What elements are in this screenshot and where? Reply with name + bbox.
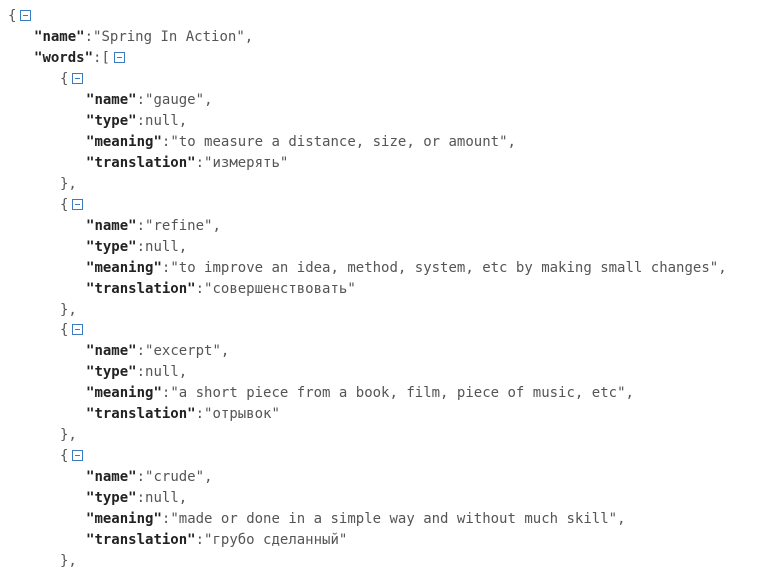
word-field-meaning: "meaning":"to improve an idea, method, s… <box>86 259 727 276</box>
json-key: "translation" <box>86 155 196 171</box>
collapse-icon[interactable] <box>20 10 32 21</box>
json-string-value: "refine" <box>145 217 213 234</box>
word-object-open: { <box>60 195 84 216</box>
word-field-translation: "translation":"совершенствовать" <box>86 280 356 297</box>
word-object-close: }, <box>60 176 77 192</box>
json-string-value: "to improve an idea, method, system, etc… <box>170 259 719 276</box>
json-string-value: "a short piece from a book, film, piece … <box>170 385 626 401</box>
word-field-type: "type":null, <box>86 364 188 380</box>
word-field-name: "name":"gauge", <box>86 92 213 108</box>
json-viewer: { "name":"Spring In Action", "words":[ {… <box>0 0 774 570</box>
json-null-value: null <box>145 489 179 506</box>
json-null-value: null <box>145 238 179 255</box>
json-key: "name" <box>86 217 137 234</box>
json-key: "name" <box>34 29 85 45</box>
root-object-open: { <box>8 6 32 27</box>
json-string-value: "Spring In Action" <box>93 29 245 45</box>
word-object-open: { <box>60 446 84 467</box>
json-key: "name" <box>86 468 137 485</box>
word-object-open: { <box>60 320 84 341</box>
json-string-value: "excerpt" <box>145 343 221 359</box>
collapse-icon[interactable] <box>72 449 84 461</box>
word-object-close: }, <box>60 427 77 443</box>
word-field-translation: "translation":"грубо сделанный" <box>86 531 348 548</box>
collapse-icon[interactable] <box>72 73 84 84</box>
json-key: "meaning" <box>86 134 162 150</box>
word-field-name: "name":"crude", <box>86 468 213 485</box>
json-string-value: "made or done in a simple way and withou… <box>170 510 618 527</box>
json-key: "meaning" <box>86 259 162 276</box>
word-field-meaning: "meaning":"made or done in a simple way … <box>86 510 626 527</box>
json-key: "translation" <box>86 406 196 422</box>
json-key: "translation" <box>86 280 196 297</box>
json-key: "type" <box>86 113 137 129</box>
json-string-value: "измерять" <box>204 155 289 171</box>
json-string-value: "gauge" <box>145 92 205 108</box>
json-string-value: "грубо сделанный" <box>204 531 348 548</box>
json-key: "type" <box>86 364 137 380</box>
word-object-close: }, <box>60 552 77 569</box>
json-key: "type" <box>86 489 137 506</box>
json-key: "meaning" <box>86 385 162 401</box>
json-string-value: "to measure a distance, size, or amount" <box>170 134 508 150</box>
word-field-meaning: "meaning":"to measure a distance, size, … <box>86 134 516 150</box>
json-key: "name" <box>86 92 137 108</box>
collapse-icon[interactable] <box>72 324 84 335</box>
word-field-name: "name":"excerpt", <box>86 343 230 359</box>
root-name-row: "name":"Spring In Action", <box>34 29 254 45</box>
word-field-type: "type":null, <box>86 489 188 506</box>
collapse-icon[interactable] <box>72 198 84 210</box>
json-key: "meaning" <box>86 510 162 527</box>
word-object-open: { <box>60 69 84 90</box>
word-field-type: "type":null, <box>86 113 188 129</box>
json-key: "translation" <box>86 531 196 548</box>
json-string-value: "совершенствовать" <box>204 280 356 297</box>
json-string-value: "crude" <box>145 468 205 485</box>
json-key: "words" <box>34 50 94 66</box>
json-string-value: "отрывок" <box>204 406 280 422</box>
word-field-translation: "translation":"измерять" <box>86 155 289 171</box>
word-field-type: "type":null, <box>86 238 188 255</box>
collapse-icon[interactable] <box>113 52 125 63</box>
json-null-value: null <box>145 364 179 380</box>
json-null-value: null <box>145 113 179 129</box>
word-field-meaning: "meaning":"a short piece from a book, fi… <box>86 385 634 401</box>
word-object-close: }, <box>60 301 77 318</box>
root-words-row: "words":[ <box>34 48 125 69</box>
json-key: "name" <box>86 343 137 359</box>
word-field-translation: "translation":"отрывок" <box>86 406 280 422</box>
word-field-name: "name":"refine", <box>86 217 221 234</box>
json-key: "type" <box>86 238 137 255</box>
